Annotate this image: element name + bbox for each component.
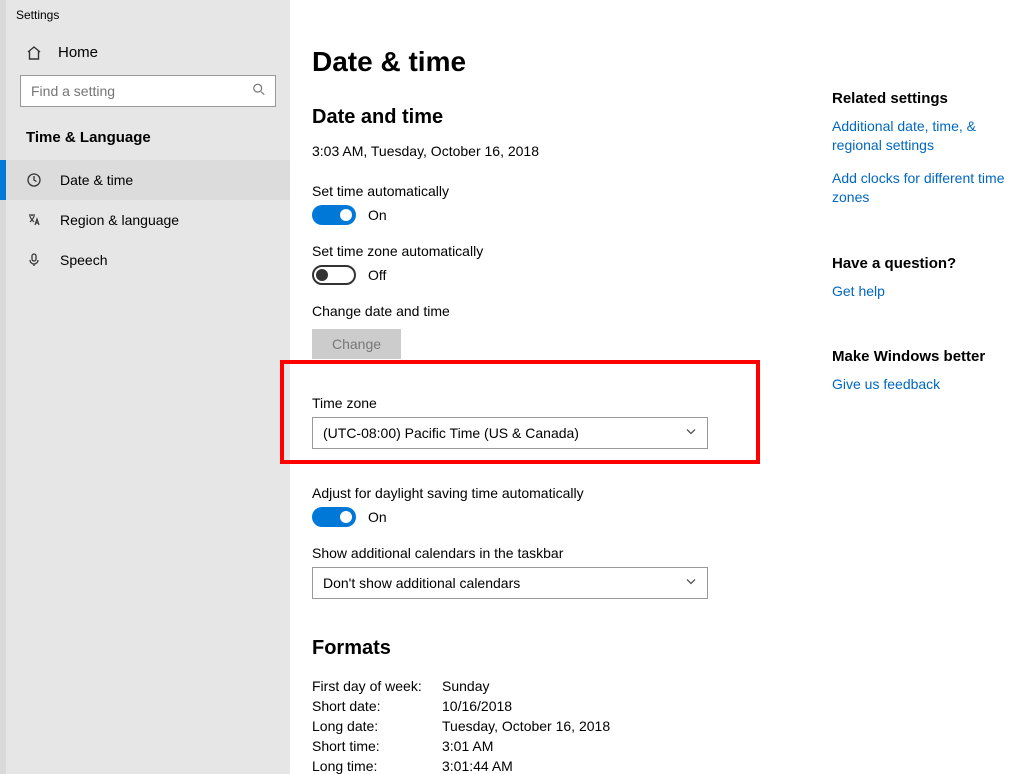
- link-give-feedback[interactable]: Give us feedback: [832, 375, 1018, 394]
- additional-calendars-value: Don't show additional calendars: [323, 575, 520, 591]
- sidebar-home[interactable]: Home: [6, 30, 290, 75]
- dst-state: On: [368, 509, 387, 525]
- format-row-short-date: Short date: 10/16/2018: [312, 698, 1024, 714]
- link-add-clocks[interactable]: Add clocks for different time zones: [832, 169, 1018, 207]
- sidebar-item-region-language[interactable]: Region & language: [6, 200, 290, 240]
- search-icon: [252, 83, 266, 100]
- time-zone-value: (UTC-08:00) Pacific Time (US & Canada): [323, 425, 579, 441]
- dst-label: Adjust for daylight saving time automati…: [312, 485, 1024, 501]
- format-key: Short date:: [312, 698, 442, 714]
- format-value: Tuesday, October 16, 2018: [442, 718, 610, 734]
- additional-calendars-label: Show additional calendars in the taskbar: [312, 545, 1024, 561]
- sidebar-item-label: Region & language: [60, 212, 179, 228]
- sidebar-item-speech[interactable]: Speech: [6, 240, 290, 280]
- set-time-auto-toggle[interactable]: [312, 205, 356, 225]
- format-row-long-date: Long date: Tuesday, October 16, 2018: [312, 718, 1024, 734]
- sidebar-item-label: Date & time: [60, 172, 133, 188]
- related-settings-heading: Related settings: [832, 90, 1018, 107]
- link-additional-settings[interactable]: Additional date, time, & regional settin…: [832, 117, 1018, 155]
- right-column: Related settings Additional date, time, …: [832, 90, 1024, 442]
- format-value: 10/16/2018: [442, 698, 512, 714]
- microphone-icon: [26, 252, 42, 268]
- format-key: Long time:: [312, 758, 442, 774]
- set-tz-auto-toggle[interactable]: [312, 265, 356, 285]
- main-content: Date & time Date and time 3:03 AM, Tuesd…: [296, 0, 1024, 774]
- make-windows-better-heading: Make Windows better: [832, 348, 1018, 365]
- format-value: 3:01 AM: [442, 738, 493, 754]
- sidebar-item-date-time[interactable]: Date & time: [6, 160, 290, 200]
- format-row-short-time: Short time: 3:01 AM: [312, 738, 1024, 754]
- page-title: Date & time: [312, 46, 1024, 78]
- change-button: Change: [312, 329, 401, 359]
- home-icon: [26, 45, 42, 61]
- sidebar-home-label: Home: [58, 44, 98, 61]
- additional-calendars-select[interactable]: Don't show additional calendars: [312, 567, 708, 599]
- set-time-auto-state: On: [368, 207, 387, 223]
- format-value: Sunday: [442, 678, 489, 694]
- sidebar-item-label: Speech: [60, 252, 107, 268]
- have-question-heading: Have a question?: [832, 255, 1018, 272]
- set-tz-auto-state: Off: [368, 267, 386, 283]
- format-row-first-day: First day of week: Sunday: [312, 678, 1024, 694]
- formats-heading: Formats: [312, 637, 1024, 660]
- window-title: Settings: [16, 8, 59, 22]
- time-zone-select[interactable]: (UTC-08:00) Pacific Time (US & Canada): [312, 417, 708, 449]
- chevron-down-icon: [685, 426, 697, 441]
- sidebar-group-heading: Time & Language: [6, 129, 290, 160]
- format-key: Short time:: [312, 738, 442, 754]
- format-row-long-time: Long time: 3:01:44 AM: [312, 758, 1024, 774]
- format-key: Long date:: [312, 718, 442, 734]
- language-icon: [26, 212, 42, 228]
- format-value: 3:01:44 AM: [442, 758, 513, 774]
- sidebar: Settings Home Time & Language Date & tim…: [0, 0, 290, 774]
- clock-icon: [26, 172, 42, 188]
- chevron-down-icon: [685, 576, 697, 591]
- search-input[interactable]: [20, 75, 276, 107]
- dst-toggle[interactable]: [312, 507, 356, 527]
- format-key: First day of week:: [312, 678, 442, 694]
- link-get-help[interactable]: Get help: [832, 282, 1018, 301]
